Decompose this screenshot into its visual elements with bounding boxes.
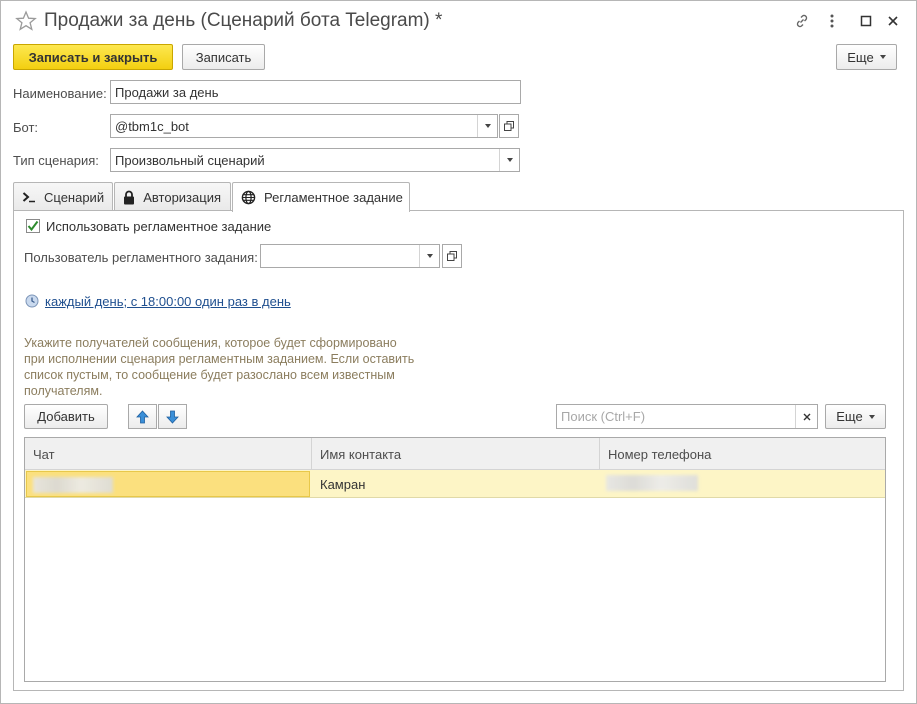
save-and-close-button[interactable]: Записать и закрыть [13,44,173,70]
bot-field[interactable]: @tbm1c_bot [110,114,498,138]
arrow-up-icon [136,409,149,423]
bot-value: @tbm1c_bot [115,118,189,134]
recipients-table: Чат Имя контакта Номер телефона Камран [24,437,886,682]
job-user-label: Пользователь регламентного задания: [24,250,258,265]
cell-contact[interactable]: Камран [312,470,600,498]
column-header-contact[interactable]: Имя контакта [312,438,600,470]
job-user-dropdown-button[interactable] [419,245,439,267]
scenario-type-value: Произвольный сценарий [115,152,265,168]
move-down-button[interactable] [158,404,187,429]
open-window-icon [504,121,514,131]
add-button[interactable]: Добавить [24,404,108,429]
bot-open-button[interactable] [499,114,519,138]
arrow-down-icon [166,410,179,424]
schedule-clock-icon [25,294,39,308]
recipients-hint: Укажите получателей сообщения, которое б… [24,336,415,398]
save-button[interactable]: Записать [182,44,265,70]
maximize-icon[interactable] [855,10,877,32]
open-window-icon [447,251,457,261]
clear-search-icon[interactable] [795,405,817,428]
name-value: Продажи за день [115,84,219,100]
job-user-open-button[interactable] [442,244,462,268]
table-header: Чат Имя контакта Номер телефона [25,438,885,470]
cell-phone[interactable] [600,470,887,498]
cell-chat[interactable] [26,471,310,497]
link-icon[interactable] [791,10,813,32]
redacted-phone [606,475,698,491]
bot-label: Бот: [13,120,39,135]
chevron-down-icon [879,55,886,59]
column-header-phone[interactable]: Номер телефона [600,438,887,470]
terminal-icon [22,189,36,205]
scenario-type-select[interactable]: Произвольный сценарий [110,148,520,172]
chevron-down-icon [868,414,875,419]
redacted-chat [33,477,113,493]
name-field[interactable]: Продажи за день [110,80,521,104]
schedule-link[interactable]: каждый день; с 18:00:00 один раз в день [45,294,291,309]
chevron-down-icon [426,254,433,258]
chevron-down-icon [506,158,513,162]
search-placeholder: Поиск (Ctrl+F) [561,409,646,424]
globe-icon [241,190,256,206]
close-icon[interactable] [882,10,904,32]
more-actions-label: Еще [847,49,874,65]
more-actions-button[interactable]: Еще [836,44,897,70]
job-user-field[interactable] [260,244,440,268]
scenario-type-label: Тип сценария: [13,153,99,168]
use-scheduled-job-checkbox[interactable] [26,219,40,233]
favorite-star-icon[interactable] [15,10,37,32]
table-more-label: Еще [836,409,863,424]
tab-scheduled-job[interactable]: Регламентное задание [232,182,410,212]
table-more-button[interactable]: Еще [825,404,886,429]
tab-scenario[interactable]: Сценарий [13,182,113,211]
cell-contact-text: Камран [320,476,366,492]
tab-authorization[interactable]: Авторизация [114,182,231,211]
more-vertical-icon[interactable] [821,10,843,32]
bot-dropdown-button[interactable] [477,115,497,137]
column-header-chat[interactable]: Чат [25,438,312,470]
move-up-button[interactable] [128,404,157,429]
name-label: Наименование: [13,86,107,101]
scenario-type-dropdown-button[interactable] [499,149,519,171]
tab-scheduled-job-label: Регламентное задание [264,190,403,205]
chevron-down-icon [484,124,491,128]
table-row[interactable]: Камран [25,470,885,498]
checkmark-icon [27,220,39,232]
lock-icon [123,189,135,205]
tab-authorization-label: Авторизация [143,189,221,205]
window-title: Продажи за день (Сценарий бота Telegram)… [44,10,443,31]
use-scheduled-job-label: Использовать регламентное задание [46,219,272,234]
tab-scenario-label: Сценарий [44,189,105,205]
search-field[interactable]: Поиск (Ctrl+F) [556,404,818,429]
